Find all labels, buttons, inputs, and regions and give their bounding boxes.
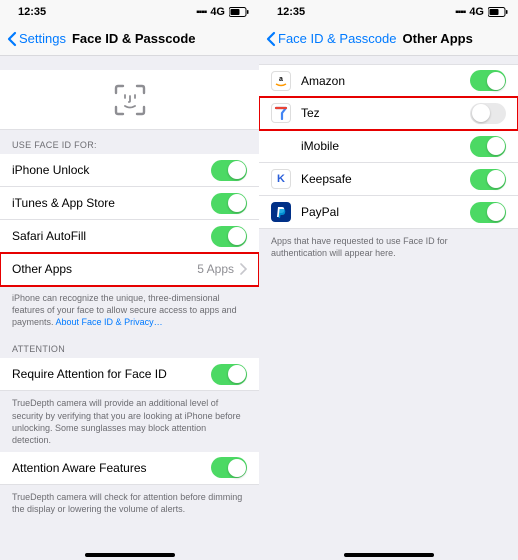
home-indicator[interactable] bbox=[85, 553, 175, 557]
about-faceid-link[interactable]: About Face ID & Privacy… bbox=[56, 317, 163, 327]
keepsafe-icon: K bbox=[271, 169, 291, 189]
back-label: Face ID & Passcode bbox=[278, 31, 397, 46]
signal-icon: ▪▪▪▪ bbox=[455, 7, 465, 18]
nav-bar: Settings Face ID & Passcode bbox=[0, 22, 259, 56]
row-other-apps[interactable]: Other Apps 5 Apps bbox=[0, 253, 259, 286]
back-button[interactable]: Settings bbox=[6, 31, 66, 47]
battery-icon bbox=[229, 7, 249, 17]
back-label: Settings bbox=[19, 31, 66, 46]
status-bar: 12:35 ▪▪▪▪ 4G bbox=[259, 0, 518, 22]
back-button[interactable]: Face ID & Passcode bbox=[265, 31, 397, 47]
row-app-paypal[interactable]: PayPal bbox=[259, 196, 518, 229]
use-faceid-header: USE FACE ID FOR: bbox=[0, 130, 259, 154]
row-label: Attention Aware Features bbox=[12, 461, 147, 475]
row-label: iPhone Unlock bbox=[12, 163, 89, 177]
network-label: 4G bbox=[210, 6, 225, 18]
amazon-icon: a bbox=[271, 71, 291, 91]
chevron-left-icon bbox=[265, 31, 277, 47]
svg-text:a: a bbox=[279, 76, 283, 83]
row-label: Other Apps bbox=[12, 262, 72, 276]
row-label: iTunes & App Store bbox=[12, 196, 115, 210]
chevron-left-icon bbox=[6, 31, 18, 47]
app-label: PayPal bbox=[301, 205, 339, 219]
toggle-iphone-unlock[interactable] bbox=[211, 160, 247, 181]
footer-require-attention: TrueDepth camera will provide an additio… bbox=[0, 391, 259, 452]
page-title: Other Apps bbox=[403, 31, 473, 46]
row-itunes[interactable]: iTunes & App Store bbox=[0, 187, 259, 220]
toggle-safari[interactable] bbox=[211, 226, 247, 247]
faceid-icon bbox=[113, 83, 147, 117]
row-iphone-unlock[interactable]: iPhone Unlock bbox=[0, 154, 259, 187]
network-label: 4G bbox=[469, 6, 484, 18]
status-time: 12:35 bbox=[18, 6, 46, 18]
other-apps-count: 5 Apps bbox=[197, 262, 234, 276]
faceid-hero bbox=[0, 70, 259, 130]
row-app-amazon[interactable]: a Amazon bbox=[259, 64, 518, 97]
chevron-right-icon bbox=[240, 263, 247, 275]
page-title: Face ID & Passcode bbox=[72, 31, 196, 46]
row-attention-aware[interactable]: Attention Aware Features bbox=[0, 452, 259, 485]
signal-icon: ▪▪▪▪ bbox=[196, 7, 206, 18]
app-label: Tez bbox=[301, 106, 320, 120]
battery-icon bbox=[488, 7, 508, 17]
toggle-tez[interactable] bbox=[470, 103, 506, 124]
toggle-amazon[interactable] bbox=[470, 70, 506, 91]
status-right: ▪▪▪▪ 4G bbox=[455, 6, 508, 18]
screen-other-apps: 12:35 ▪▪▪▪ 4G Face ID & Passcode Other A… bbox=[259, 0, 518, 560]
row-require-attention[interactable]: Require Attention for Face ID bbox=[0, 358, 259, 391]
toggle-itunes[interactable] bbox=[211, 193, 247, 214]
tez-icon bbox=[271, 103, 291, 123]
status-right: ▪▪▪▪ 4G bbox=[196, 6, 249, 18]
footer-other-apps: Apps that have requested to use Face ID … bbox=[259, 229, 518, 265]
home-indicator[interactable] bbox=[344, 553, 434, 557]
toggle-keepsafe[interactable] bbox=[470, 169, 506, 190]
nav-bar: Face ID & Passcode Other Apps bbox=[259, 22, 518, 56]
app-label: iMobile bbox=[301, 139, 339, 153]
footer-about-faceid: iPhone can recognize the unique, three-d… bbox=[0, 286, 259, 334]
row-app-keepsafe[interactable]: K Keepsafe bbox=[259, 163, 518, 196]
toggle-imobile[interactable] bbox=[470, 136, 506, 157]
toggle-attention-aware[interactable] bbox=[211, 457, 247, 478]
status-time: 12:35 bbox=[277, 6, 305, 18]
toggle-require-attention[interactable] bbox=[211, 364, 247, 385]
imobile-icon: i bbox=[271, 136, 291, 156]
toggle-paypal[interactable] bbox=[470, 202, 506, 223]
row-app-imobile[interactable]: i iMobile bbox=[259, 130, 518, 163]
footer-attention-aware: TrueDepth camera will check for attentio… bbox=[0, 485, 259, 521]
row-label: Require Attention for Face ID bbox=[12, 367, 167, 381]
paypal-icon bbox=[271, 202, 291, 222]
row-label: Safari AutoFill bbox=[12, 229, 86, 243]
screen-faceid-passcode: 12:35 ▪▪▪▪ 4G Settings Face ID & Passcod… bbox=[0, 0, 259, 560]
app-label: Amazon bbox=[301, 74, 345, 88]
status-bar: 12:35 ▪▪▪▪ 4G bbox=[0, 0, 259, 22]
row-app-tez[interactable]: Tez bbox=[259, 97, 518, 130]
app-label: Keepsafe bbox=[301, 172, 352, 186]
attention-header: ATTENTION bbox=[0, 334, 259, 358]
row-safari-autofill[interactable]: Safari AutoFill bbox=[0, 220, 259, 253]
